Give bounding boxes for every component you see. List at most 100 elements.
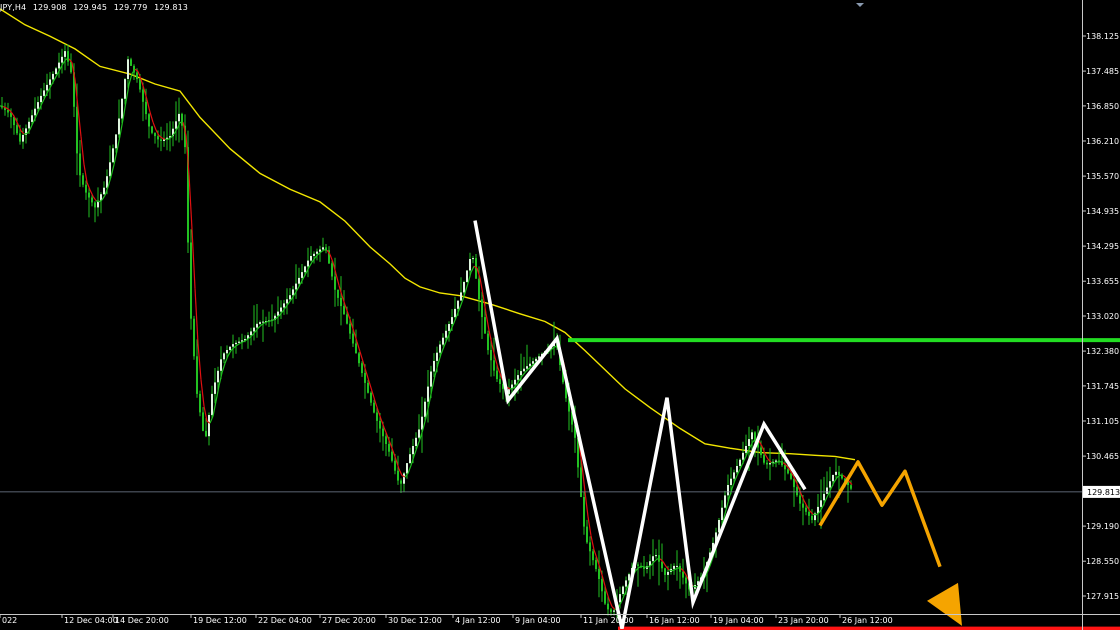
candle-body xyxy=(460,292,462,301)
candle-body xyxy=(145,101,147,115)
y-tick-label: 132.380 xyxy=(1086,347,1119,356)
candle-body xyxy=(256,323,258,328)
candle-body xyxy=(52,73,54,80)
candle-body xyxy=(88,192,90,198)
candle-body xyxy=(850,485,852,489)
candle-body xyxy=(586,526,588,543)
candle-body xyxy=(724,495,726,508)
candle-body xyxy=(832,474,834,482)
candle-body xyxy=(388,444,390,452)
candle-body xyxy=(85,184,87,193)
y-tick-label: 129.190 xyxy=(1086,522,1119,531)
candle-body xyxy=(211,393,213,416)
candle-body xyxy=(310,256,312,261)
candle-body xyxy=(190,242,192,319)
candle-body xyxy=(685,577,687,584)
y-tick-label: 137.485 xyxy=(1086,67,1119,76)
candle-body xyxy=(79,153,81,176)
candle-body xyxy=(229,346,231,350)
candle-body xyxy=(487,333,489,351)
x-tick-label: 4 Jan 12:00 xyxy=(455,616,501,625)
candle-body xyxy=(67,51,69,62)
candle-body xyxy=(397,470,399,481)
candle-body xyxy=(667,571,669,575)
candle-body xyxy=(619,594,621,603)
candle-body xyxy=(448,324,450,331)
candle-body xyxy=(223,353,225,360)
current-price-label: 129.813 xyxy=(1087,488,1120,497)
y-tick-label: 127.915 xyxy=(1086,592,1119,601)
fast-line-segment xyxy=(509,387,514,390)
candle-body xyxy=(313,253,315,256)
candle-body xyxy=(217,370,219,383)
candle-body xyxy=(82,175,84,185)
candle-body xyxy=(193,318,195,357)
price-chart[interactable]: 138.125 137.485 136.850 136.210 135.570 134.9… xyxy=(0,0,1120,630)
candle-body xyxy=(421,416,423,430)
candle-body xyxy=(799,495,801,504)
candle-body xyxy=(451,317,453,324)
candle-body xyxy=(418,429,420,438)
candle-body xyxy=(376,412,378,421)
candle-body xyxy=(58,62,60,69)
candle-body xyxy=(385,436,387,444)
candle-body xyxy=(340,297,342,307)
candle-body xyxy=(64,51,66,57)
candle-body xyxy=(478,278,480,300)
fast-line-segment xyxy=(812,513,817,516)
candle-body xyxy=(805,507,807,512)
y-tick-label: 133.655 xyxy=(1086,277,1119,286)
candle-body xyxy=(601,579,603,592)
candle-body xyxy=(238,341,240,343)
y-tick-label: 131.105 xyxy=(1086,417,1119,426)
candle-body xyxy=(592,551,594,561)
candle-body xyxy=(439,344,441,353)
fast-line-segment xyxy=(0,105,4,108)
candle-body xyxy=(394,460,396,471)
candle-body xyxy=(766,462,768,465)
candle-body xyxy=(406,463,408,474)
candle-body xyxy=(367,382,369,393)
candle-body xyxy=(118,118,120,135)
high-value: 129.945 xyxy=(73,3,108,12)
candle-body xyxy=(415,437,417,446)
candle-body xyxy=(7,110,9,113)
x-tick-label: 022 xyxy=(2,616,17,625)
candle-body xyxy=(49,79,51,85)
x-tick-label: 19 Jan 04:00 xyxy=(713,616,764,625)
candle-body xyxy=(433,361,435,372)
candle-body xyxy=(130,59,132,66)
candle-body xyxy=(121,98,123,119)
candle-body xyxy=(613,610,615,612)
candle-body xyxy=(316,251,318,254)
candle-body xyxy=(673,565,675,569)
candle-body xyxy=(334,276,336,290)
low-value: 129.779 xyxy=(113,3,148,12)
open-value: 129.908 xyxy=(32,3,67,12)
candle-body xyxy=(721,507,723,520)
fast-line-segment xyxy=(266,320,271,323)
candle-body xyxy=(277,311,279,316)
close-value: 129.813 xyxy=(154,3,188,12)
candle-body xyxy=(529,363,531,367)
candle-body xyxy=(808,511,810,516)
candle-body xyxy=(466,270,468,282)
candle-body xyxy=(280,307,282,312)
candle-body xyxy=(598,569,600,579)
candle-body xyxy=(214,382,216,394)
candle-body xyxy=(343,306,345,315)
x-tick-label: 12 Dec 04:00 xyxy=(64,616,118,625)
candle-body xyxy=(43,90,45,96)
candle-body xyxy=(454,308,456,318)
candle-body xyxy=(490,350,492,361)
candle-body xyxy=(493,360,495,371)
candle-body xyxy=(754,432,756,440)
x-tick-label: 9 Jan 04:00 xyxy=(515,616,561,625)
candle-body xyxy=(31,115,33,122)
y-tick-label: 135.570 xyxy=(1086,172,1119,181)
candle-body xyxy=(400,480,402,484)
candle-body xyxy=(823,493,825,501)
candle-body xyxy=(115,134,117,149)
x-tick-label: 19 Dec 12:00 xyxy=(193,616,247,625)
candle-body xyxy=(469,259,471,271)
